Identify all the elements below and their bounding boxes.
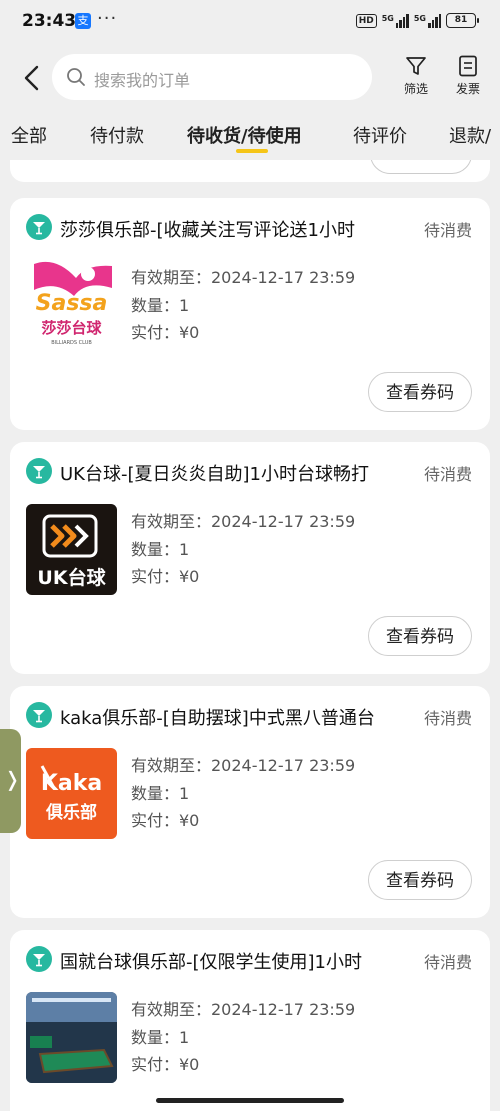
valid-until: 有效期至：2024-12-17 23:59 bbox=[131, 268, 356, 287]
signal-icon: 5G bbox=[382, 13, 409, 28]
amount-paid: 实付：¥0 bbox=[131, 323, 200, 342]
invoice-label: 发票 bbox=[455, 82, 480, 96]
cocktail-icon bbox=[26, 702, 52, 728]
invoice-button[interactable]: 发票 bbox=[444, 54, 492, 97]
quantity: 数量：1 bbox=[131, 1028, 190, 1047]
svg-text:UK台球: UK台球 bbox=[37, 566, 106, 589]
valid-until: 有效期至：2024-12-17 23:59 bbox=[131, 756, 356, 775]
order-card[interactable]: UK台球-[夏日炎炎自助]1小时台球畅打 待消费 UK台球 有效期至：2024-… bbox=[10, 442, 490, 674]
search-icon bbox=[67, 68, 85, 86]
amount-paid: 实付：¥0 bbox=[131, 567, 200, 586]
shop-thumbnail bbox=[26, 992, 117, 1083]
order-status: 待消费 bbox=[423, 709, 472, 728]
view-code-button-partial[interactable] bbox=[370, 160, 472, 174]
svg-text:BILLIARDS CLUB: BILLIARDS CLUB bbox=[51, 340, 92, 346]
order-status: 待消费 bbox=[423, 221, 472, 240]
view-code-button[interactable]: 查看券码 bbox=[368, 372, 472, 412]
cocktail-icon bbox=[26, 946, 52, 972]
hd-icon: HD bbox=[355, 13, 377, 28]
alipay-icon: 支 bbox=[75, 13, 91, 29]
valid-until: 有效期至：2024-12-17 23:59 bbox=[131, 512, 356, 531]
quantity: 数量：1 bbox=[131, 540, 190, 559]
view-code-button[interactable]: 查看券码 bbox=[368, 616, 472, 656]
tab-pending-payment[interactable]: 待付款 bbox=[90, 122, 144, 148]
active-tab-indicator bbox=[236, 149, 268, 153]
search-bar[interactable]: 搜索我的订单 bbox=[52, 54, 372, 100]
tab-refund[interactable]: 退款/ bbox=[449, 122, 491, 148]
quantity: 数量：1 bbox=[131, 784, 190, 803]
signal-icon-2: 5G bbox=[414, 13, 441, 28]
shop-thumbnail: UK台球 bbox=[26, 504, 117, 595]
chevron-right-icon: ❭ bbox=[4, 767, 21, 791]
side-drawer-handle[interactable]: ❭ bbox=[0, 729, 21, 833]
cocktail-icon bbox=[26, 458, 52, 484]
tab-pending-review[interactable]: 待评价 bbox=[353, 122, 407, 148]
tab-pending-use[interactable]: 待收货/待使用 bbox=[187, 122, 302, 148]
svg-text:莎莎台球: 莎莎台球 bbox=[41, 319, 102, 337]
order-title: 国就台球俱乐部-[仅限学生使用]1小时 bbox=[60, 952, 362, 973]
valid-until: 有效期至：2024-12-17 23:59 bbox=[131, 1000, 356, 1019]
filter-button[interactable]: 筛选 bbox=[392, 54, 440, 97]
quantity: 数量：1 bbox=[131, 296, 190, 315]
order-status: 待消费 bbox=[423, 953, 472, 972]
view-code-button[interactable]: 查看券码 bbox=[368, 860, 472, 900]
order-list: 莎莎俱乐部-[收藏关注写评论送1小时 待消费 Sassa 莎莎台球 BILLIA… bbox=[0, 160, 500, 1111]
order-card[interactable]: kaka俱乐部-[自助摆球]中式黑八普通台 待消费 Kaka 俱乐部 有效期至：… bbox=[10, 686, 490, 918]
status-bar: 23:43 支 ··· HD 5G 5G 81 bbox=[0, 0, 500, 44]
chevron-left-icon bbox=[24, 65, 39, 91]
order-status: 待消费 bbox=[423, 465, 472, 484]
back-button[interactable] bbox=[20, 64, 44, 92]
clock: 23:43 bbox=[22, 11, 77, 31]
filter-icon bbox=[406, 57, 426, 75]
battery-icon: 81 bbox=[446, 13, 479, 28]
shop-thumbnail: Kaka 俱乐部 bbox=[26, 748, 117, 839]
top-bar: 搜索我的订单 筛选 发票 bbox=[0, 52, 500, 104]
svg-text:Sassa: Sassa bbox=[36, 291, 108, 316]
filter-label: 筛选 bbox=[403, 82, 428, 96]
search-placeholder: 搜索我的订单 bbox=[94, 71, 191, 90]
home-indicator bbox=[156, 1098, 344, 1103]
order-card-partial bbox=[10, 160, 490, 182]
order-title: 莎莎俱乐部-[收藏关注写评论送1小时 bbox=[60, 220, 355, 241]
order-title: UK台球-[夏日炎炎自助]1小时台球畅打 bbox=[60, 464, 369, 485]
cocktail-icon bbox=[26, 214, 52, 240]
shop-thumbnail: Sassa 莎莎台球 BILLIARDS CLUB bbox=[26, 260, 117, 351]
order-card[interactable]: 莎莎俱乐部-[收藏关注写评论送1小时 待消费 Sassa 莎莎台球 BILLIA… bbox=[10, 198, 490, 430]
order-card[interactable]: 国就台球俱乐部-[仅限学生使用]1小时 待消费 有效期至：2024-12-17 … bbox=[10, 930, 490, 1111]
svg-text:俱乐部: 俱乐部 bbox=[45, 802, 97, 823]
amount-paid: 实付：¥0 bbox=[131, 1055, 200, 1074]
tab-all[interactable]: 全部 bbox=[11, 122, 47, 148]
order-title: kaka俱乐部-[自助摆球]中式黑八普通台 bbox=[60, 708, 375, 729]
invoice-icon bbox=[459, 55, 477, 77]
more-notifications-icon: ··· bbox=[97, 8, 118, 29]
amount-paid: 实付：¥0 bbox=[131, 811, 200, 830]
